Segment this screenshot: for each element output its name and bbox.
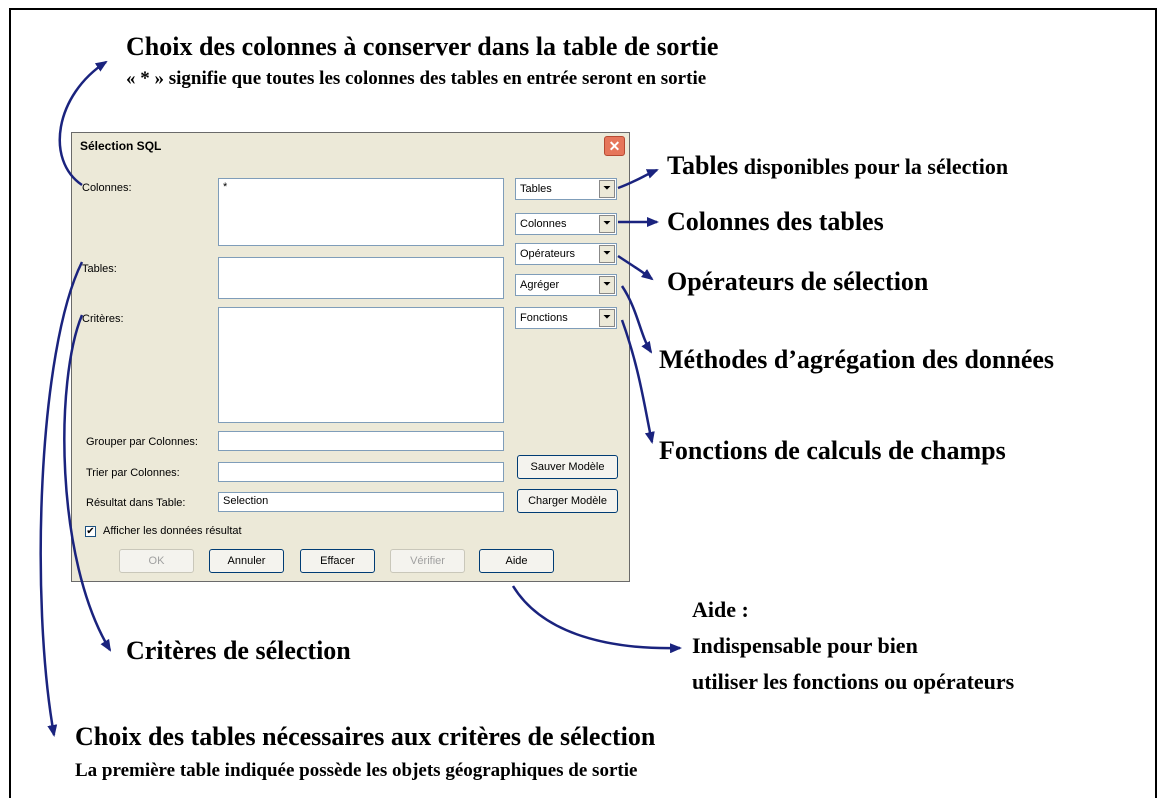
arrow-tables-dropdown — [617, 168, 659, 190]
arrow-criteres — [63, 314, 112, 652]
arrow-fonctions — [620, 319, 655, 444]
arrow-operateurs — [617, 254, 654, 281]
arrow-colonnes — [58, 60, 108, 187]
annotation-arrows — [39, 60, 682, 737]
arrow-agreger — [620, 285, 653, 354]
arrow-aide — [511, 585, 682, 654]
